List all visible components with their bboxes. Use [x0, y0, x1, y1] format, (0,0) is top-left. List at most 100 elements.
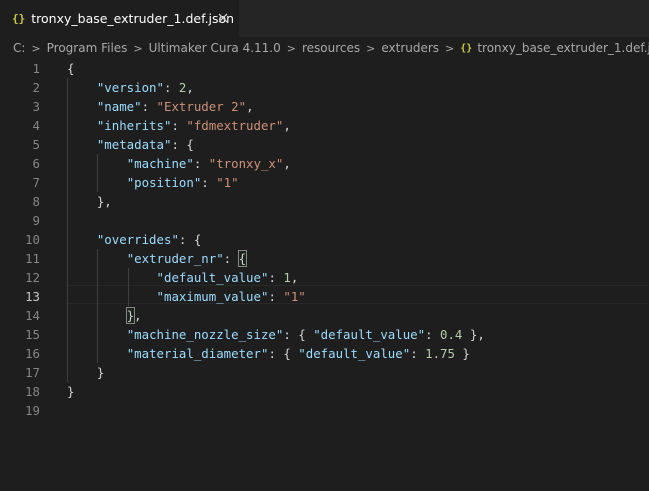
json-punctuation: : { [283, 327, 314, 342]
code-line[interactable]: 2 "version": 2, [0, 78, 649, 97]
code-line[interactable]: 5 "metadata": { [0, 135, 649, 154]
code-line[interactable]: 6 "machine": "tronxy_x", [0, 154, 649, 173]
code-line[interactable]: 16 "material_diameter": { "default_value… [0, 344, 649, 363]
code-text: } [67, 382, 74, 401]
json-punctuation: : { [268, 346, 299, 361]
json-number: 1.75 [425, 346, 455, 361]
breadcrumb-item-resources[interactable]: resources [302, 41, 360, 55]
code-line[interactable]: 10 "overrides": { [0, 230, 649, 249]
code-editor[interactable]: 1{2 "version": 2, 3 "name": "Extruder 2",… [0, 59, 649, 491]
json-punctuation [67, 118, 97, 133]
json-file-icon: {} [460, 42, 473, 54]
json-punctuation [67, 156, 127, 171]
json-punctuation: }, [462, 327, 485, 342]
json-key: "machine_nozzle_size" [126, 327, 284, 342]
tab-file[interactable]: {} tronxy_base_extruder_1.def.json [0, 0, 239, 37]
code-line[interactable]: 9 [0, 211, 649, 230]
json-punctuation [67, 80, 97, 95]
breadcrumb-item-cura[interactable]: Ultimaker Cura 4.11.0 [149, 41, 281, 55]
code-line[interactable]: 4 "inherits": "fdmextruder", [0, 116, 649, 135]
code-text: } [67, 363, 104, 382]
json-string: "Extruder 2" [156, 99, 247, 114]
json-string: "1" [283, 289, 306, 304]
json-number: 1 [283, 270, 291, 285]
json-punctuation [67, 327, 127, 342]
line-number: 2 [32, 80, 40, 95]
code-line[interactable]: 7 "position": "1" [0, 173, 649, 192]
json-punctuation [67, 346, 127, 361]
json-punctuation: } [454, 346, 470, 361]
json-punctuation: } [67, 365, 105, 380]
json-punctuation: : [163, 80, 179, 95]
json-punctuation: } [67, 384, 75, 399]
tab-bar: {} tronxy_base_extruder_1.def.json [0, 0, 649, 37]
json-punctuation: , [186, 80, 194, 95]
code-text: "extruder_nr": { [67, 249, 248, 268]
line-number: 19 [25, 403, 40, 418]
code-text: "version": 2, [67, 78, 194, 97]
json-punctuation: }, [67, 194, 112, 209]
json-string: "1" [216, 175, 239, 190]
code-line[interactable]: 13 "maximum_value": "1" [0, 287, 649, 306]
line-number: 13 [25, 289, 40, 304]
json-key: "maximum_value" [156, 289, 269, 304]
code-line[interactable]: 18} [0, 382, 649, 401]
json-key: "overrides" [96, 232, 179, 247]
code-line[interactable]: 3 "name": "Extruder 2", [0, 97, 649, 116]
code-text: "machine": "tronxy_x", [67, 154, 291, 173]
code-text: }, [67, 192, 112, 211]
line-number: 1 [32, 61, 40, 76]
json-punctuation: , [290, 270, 299, 285]
breadcrumb-item-extruders[interactable]: extruders [381, 41, 439, 55]
code-text: }, [67, 306, 142, 325]
json-punctuation: : [201, 175, 217, 190]
breadcrumb-item-drive[interactable]: C: [13, 41, 25, 55]
json-number: 0.4 [440, 327, 463, 342]
json-string: "fdmextruder" [186, 118, 284, 133]
code-line[interactable]: 17 } [0, 363, 649, 382]
code-text: "default_value": 1, [67, 268, 299, 287]
line-number: 17 [25, 365, 40, 380]
code-text: "inherits": "fdmextruder", [67, 116, 291, 135]
code-text: "overrides": { [67, 230, 201, 249]
line-number: 15 [25, 327, 40, 342]
line-number: 11 [25, 251, 40, 266]
chevron-right-icon: > [31, 41, 41, 55]
code-text: "maximum_value": "1" [67, 287, 306, 306]
breadcrumb-item-program-files[interactable]: Program Files [47, 41, 128, 55]
json-key: "default_value" [298, 346, 411, 361]
json-key: "extruder_nr" [126, 251, 224, 266]
close-icon[interactable] [215, 10, 231, 26]
json-punctuation: , [246, 99, 254, 114]
json-key: "version" [96, 80, 164, 95]
code-line[interactable]: 14 }, [0, 306, 649, 325]
json-punctuation: : [193, 156, 209, 171]
json-punctuation: : { [178, 232, 202, 247]
code-line[interactable]: 11 "extruder_nr": { [0, 249, 649, 268]
line-number: 12 [25, 270, 40, 285]
json-key: "material_diameter" [126, 346, 269, 361]
code-line[interactable]: 1{ [0, 59, 649, 78]
line-number: 6 [32, 156, 40, 171]
code-line[interactable]: 12 "default_value": 1, [0, 268, 649, 287]
json-key: "default_value" [156, 270, 269, 285]
json-punctuation [67, 232, 97, 247]
breadcrumb-item-file[interactable]: tronxy_base_extruder_1.def.json [477, 41, 649, 55]
code-text: "material_diameter": { "default_value": … [67, 344, 470, 363]
json-punctuation: : [171, 118, 187, 133]
json-punctuation: { [67, 61, 75, 76]
json-punctuation: , [134, 308, 142, 323]
json-key: "machine" [126, 156, 194, 171]
line-number: 5 [32, 137, 40, 152]
line-number: 16 [25, 346, 40, 361]
code-text: "name": "Extruder 2", [67, 97, 254, 116]
code-line[interactable]: 19 [0, 401, 649, 420]
breadcrumb: C: > Program Files > Ultimaker Cura 4.11… [0, 37, 649, 59]
code-line[interactable]: 15 "machine_nozzle_size": { "default_val… [0, 325, 649, 344]
chevron-right-icon: > [133, 41, 143, 55]
code-line[interactable]: 8 }, [0, 192, 649, 211]
line-number: 10 [25, 232, 40, 247]
json-string: "tronxy_x" [208, 156, 284, 171]
json-punctuation: , [283, 118, 291, 133]
code-text: "position": "1" [67, 173, 239, 192]
